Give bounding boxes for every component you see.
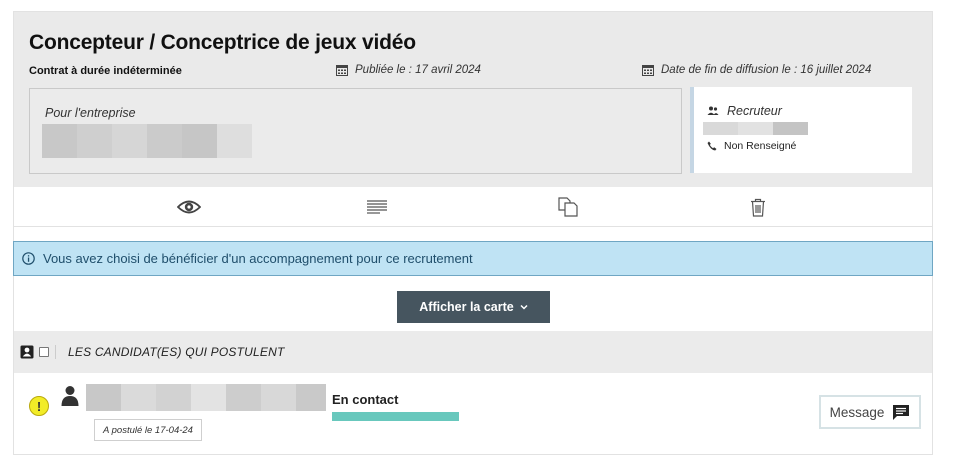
chat-icon xyxy=(893,404,910,420)
company-name-redacted xyxy=(42,124,252,158)
company-label: Pour l'entreprise xyxy=(45,106,136,120)
warning-icon: ! xyxy=(29,396,49,416)
job-actions-toolbar xyxy=(14,187,932,227)
job-header: Concepteur / Conceptrice de jeux vidéo C… xyxy=(14,12,932,187)
candidates-title: LES CANDIDAT(ES) QUI POSTULENT xyxy=(68,345,285,359)
contact-card-icon xyxy=(20,345,34,359)
users-icon xyxy=(707,106,719,115)
phone-icon xyxy=(707,141,717,151)
eye-icon xyxy=(177,200,201,214)
duplicate-icon xyxy=(558,197,578,217)
person-icon xyxy=(61,386,79,406)
end-date-text: Date de fin de diffusion le : 16 juillet… xyxy=(661,64,872,76)
recruiter-box: Recruteur Non Renseigné xyxy=(690,87,912,173)
candidate-name-redacted xyxy=(86,384,326,411)
published-date-text: Publiée le : 17 avril 2024 xyxy=(355,64,481,76)
details-button[interactable] xyxy=(365,196,389,218)
candidates-header: LES CANDIDAT(ES) QUI POSTULENT xyxy=(14,331,932,373)
end-date: Date de fin de diffusion le : 16 juillet… xyxy=(642,64,871,76)
job-title: Concepteur / Conceptrice de jeux vidéo xyxy=(29,31,416,54)
message-button[interactable]: Message xyxy=(819,395,921,429)
calendar-icon xyxy=(336,65,348,76)
recruiter-title-text: Recruteur xyxy=(727,104,782,118)
published-date: Publiée le : 17 avril 2024 xyxy=(336,64,481,76)
delete-button[interactable] xyxy=(746,196,770,218)
info-banner-text: Vous avez choisi de bénéficier d'un acco… xyxy=(43,251,473,266)
show-map-button[interactable]: Afficher la carte xyxy=(397,291,550,323)
contract-type: Contrat à durée indéterminée xyxy=(29,65,182,77)
select-all-checkbox[interactable] xyxy=(39,347,49,357)
candidate-status: En contact xyxy=(332,392,399,407)
show-map-label: Afficher la carte xyxy=(419,300,514,314)
status-progress-bar xyxy=(332,412,459,421)
lines-icon xyxy=(367,200,387,214)
info-banner: Vous avez choisi de bénéficier d'un acco… xyxy=(13,241,933,276)
candidate-row[interactable]: ! A postulé le 17-04-24 En contact Messa… xyxy=(14,373,932,454)
recruiter-title: Recruteur xyxy=(707,104,782,118)
view-button[interactable] xyxy=(177,196,201,218)
job-card: Concepteur / Conceptrice de jeux vidéo C… xyxy=(13,11,933,455)
recruiter-phone-text: Non Renseigné xyxy=(724,140,797,152)
duplicate-button[interactable] xyxy=(556,196,580,218)
company-box: Pour l'entreprise xyxy=(29,88,682,174)
info-icon xyxy=(22,252,35,265)
recruiter-name-redacted xyxy=(703,122,808,135)
applied-date-badge: A postulé le 17-04-24 xyxy=(94,419,202,441)
calendar-icon xyxy=(642,65,654,76)
chevron-down-icon xyxy=(520,304,528,310)
trash-icon xyxy=(751,198,765,217)
divider xyxy=(55,345,56,359)
recruiter-phone: Non Renseigné xyxy=(707,140,796,152)
message-button-label: Message xyxy=(829,404,885,420)
